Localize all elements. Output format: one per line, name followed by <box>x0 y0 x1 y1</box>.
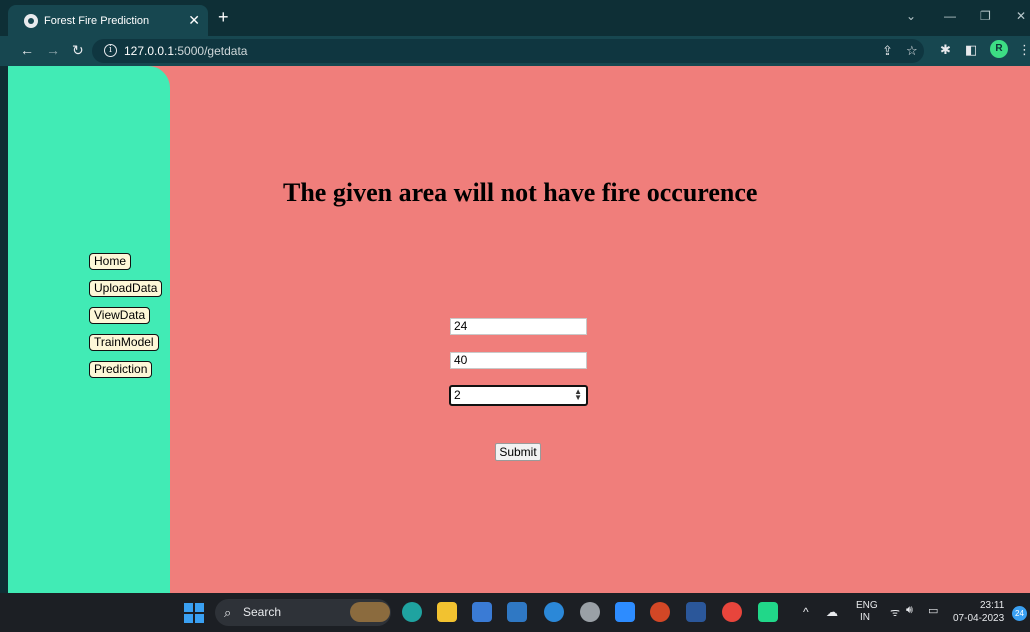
sidebar-item-home[interactable]: Home <box>89 253 132 270</box>
clock-date[interactable]: 07-04-2023 <box>953 613 1004 624</box>
dropdown-select[interactable]: 2 ▲ ▼ <box>449 385 588 406</box>
page-viewport: Home UploadData ViewData TrainModel Pred… <box>8 66 1030 593</box>
window-close-icon[interactable]: ✕ <box>1016 9 1026 23</box>
input-field-2[interactable]: 40 <box>450 352 587 369</box>
new-tab-button[interactable]: + <box>218 8 229 26</box>
browser-tab[interactable]: Forest Fire Prediction ✕ <box>8 5 208 36</box>
clock-time[interactable]: 23:11 <box>980 600 1004 611</box>
region-indicator: IN <box>860 612 870 623</box>
back-arrow-icon[interactable]: ← <box>20 42 34 58</box>
profile-avatar[interactable]: R <box>990 40 1008 58</box>
powerpoint-icon[interactable] <box>650 602 670 622</box>
sidebar: Home UploadData ViewData TrainModel Pred… <box>8 66 170 593</box>
sidebar-item-uploaddata[interactable]: UploadData <box>89 280 163 297</box>
mydy-app-icon[interactable] <box>507 602 527 622</box>
volume-icon[interactable]: 🔊︎ <box>906 604 913 617</box>
chrome-icon[interactable] <box>722 602 742 622</box>
file-explorer-icon[interactable] <box>437 602 457 622</box>
word-icon[interactable] <box>686 602 706 622</box>
star-icon[interactable]: ☆ <box>906 43 918 59</box>
settings-gear-icon[interactable] <box>580 602 600 622</box>
wifi-icon[interactable]: ᯤ <box>890 605 900 620</box>
store-icon[interactable] <box>472 602 492 622</box>
forward-arrow-icon[interactable]: → <box>46 42 60 58</box>
globe-icon <box>24 13 38 28</box>
edge-browser-icon[interactable] <box>402 602 422 622</box>
side-panel-icon[interactable]: ◧ <box>965 42 977 58</box>
chevron-up-icon[interactable]: ^ <box>803 605 809 619</box>
windows-start-icon[interactable] <box>184 603 204 623</box>
battery-icon[interactable]: ▭ <box>928 604 938 617</box>
tab-title: Forest Fire Prediction <box>44 14 150 27</box>
submit-button[interactable]: Submit <box>495 443 541 461</box>
share-icon[interactable]: ⇪ <box>882 43 893 59</box>
cloud-icon[interactable]: ☁ <box>826 605 838 619</box>
search-icon: ⌕ <box>224 605 232 620</box>
select-arrows-icon: ▲ ▼ <box>574 387 582 402</box>
prediction-result: The given area will not have fire occure… <box>283 178 758 207</box>
sidebar-item-trainmodel[interactable]: TrainModel <box>89 334 159 351</box>
browser-toolbar: ← → ↻ i 127.0.0.1:5000/getdata ⇪ ☆ ✱ ◧ ⋮ <box>0 36 1030 66</box>
restore-icon[interactable]: ❐ <box>980 9 991 23</box>
language-indicator[interactable]: ENG <box>856 600 878 611</box>
help-app-icon[interactable] <box>544 602 564 622</box>
screen: Forest Fire Prediction ✕ + ⌄ — ❐ ✕ ← → ↻… <box>0 0 1030 632</box>
select-value: 2 <box>454 388 461 402</box>
browser-titlebar: Forest Fire Prediction ✕ + ⌄ — ❐ ✕ <box>0 0 1030 36</box>
input-field-1[interactable]: 24 <box>450 318 587 335</box>
close-icon[interactable]: ✕ <box>188 12 200 29</box>
taskbar: ⌕ Search ^ ☁ ENG IN ᯤ 🔊︎ ▭ 23:11 07-04-2… <box>0 593 1030 632</box>
notification-badge[interactable]: 24 <box>1012 606 1027 621</box>
address-bar[interactable]: i 127.0.0.1:5000/getdata ⇪ ☆ <box>92 39 924 63</box>
sidebar-item-prediction[interactable]: Prediction <box>89 361 153 378</box>
reload-icon[interactable]: ↻ <box>72 42 84 59</box>
minimize-icon[interactable]: — <box>944 9 956 23</box>
pycharm-icon[interactable] <box>758 602 778 622</box>
widgets-icon[interactable] <box>350 602 390 622</box>
chevron-down-icon[interactable]: ⌄ <box>906 9 916 23</box>
sidebar-item-viewdata[interactable]: ViewData <box>89 307 151 324</box>
info-icon[interactable]: i <box>104 44 117 57</box>
zoom-icon[interactable] <box>615 602 635 622</box>
menu-kebab-icon[interactable]: ⋮ <box>1018 42 1030 58</box>
extensions-icon[interactable]: ✱ <box>940 42 951 58</box>
url-text: 127.0.0.1:5000/getdata <box>124 44 248 58</box>
